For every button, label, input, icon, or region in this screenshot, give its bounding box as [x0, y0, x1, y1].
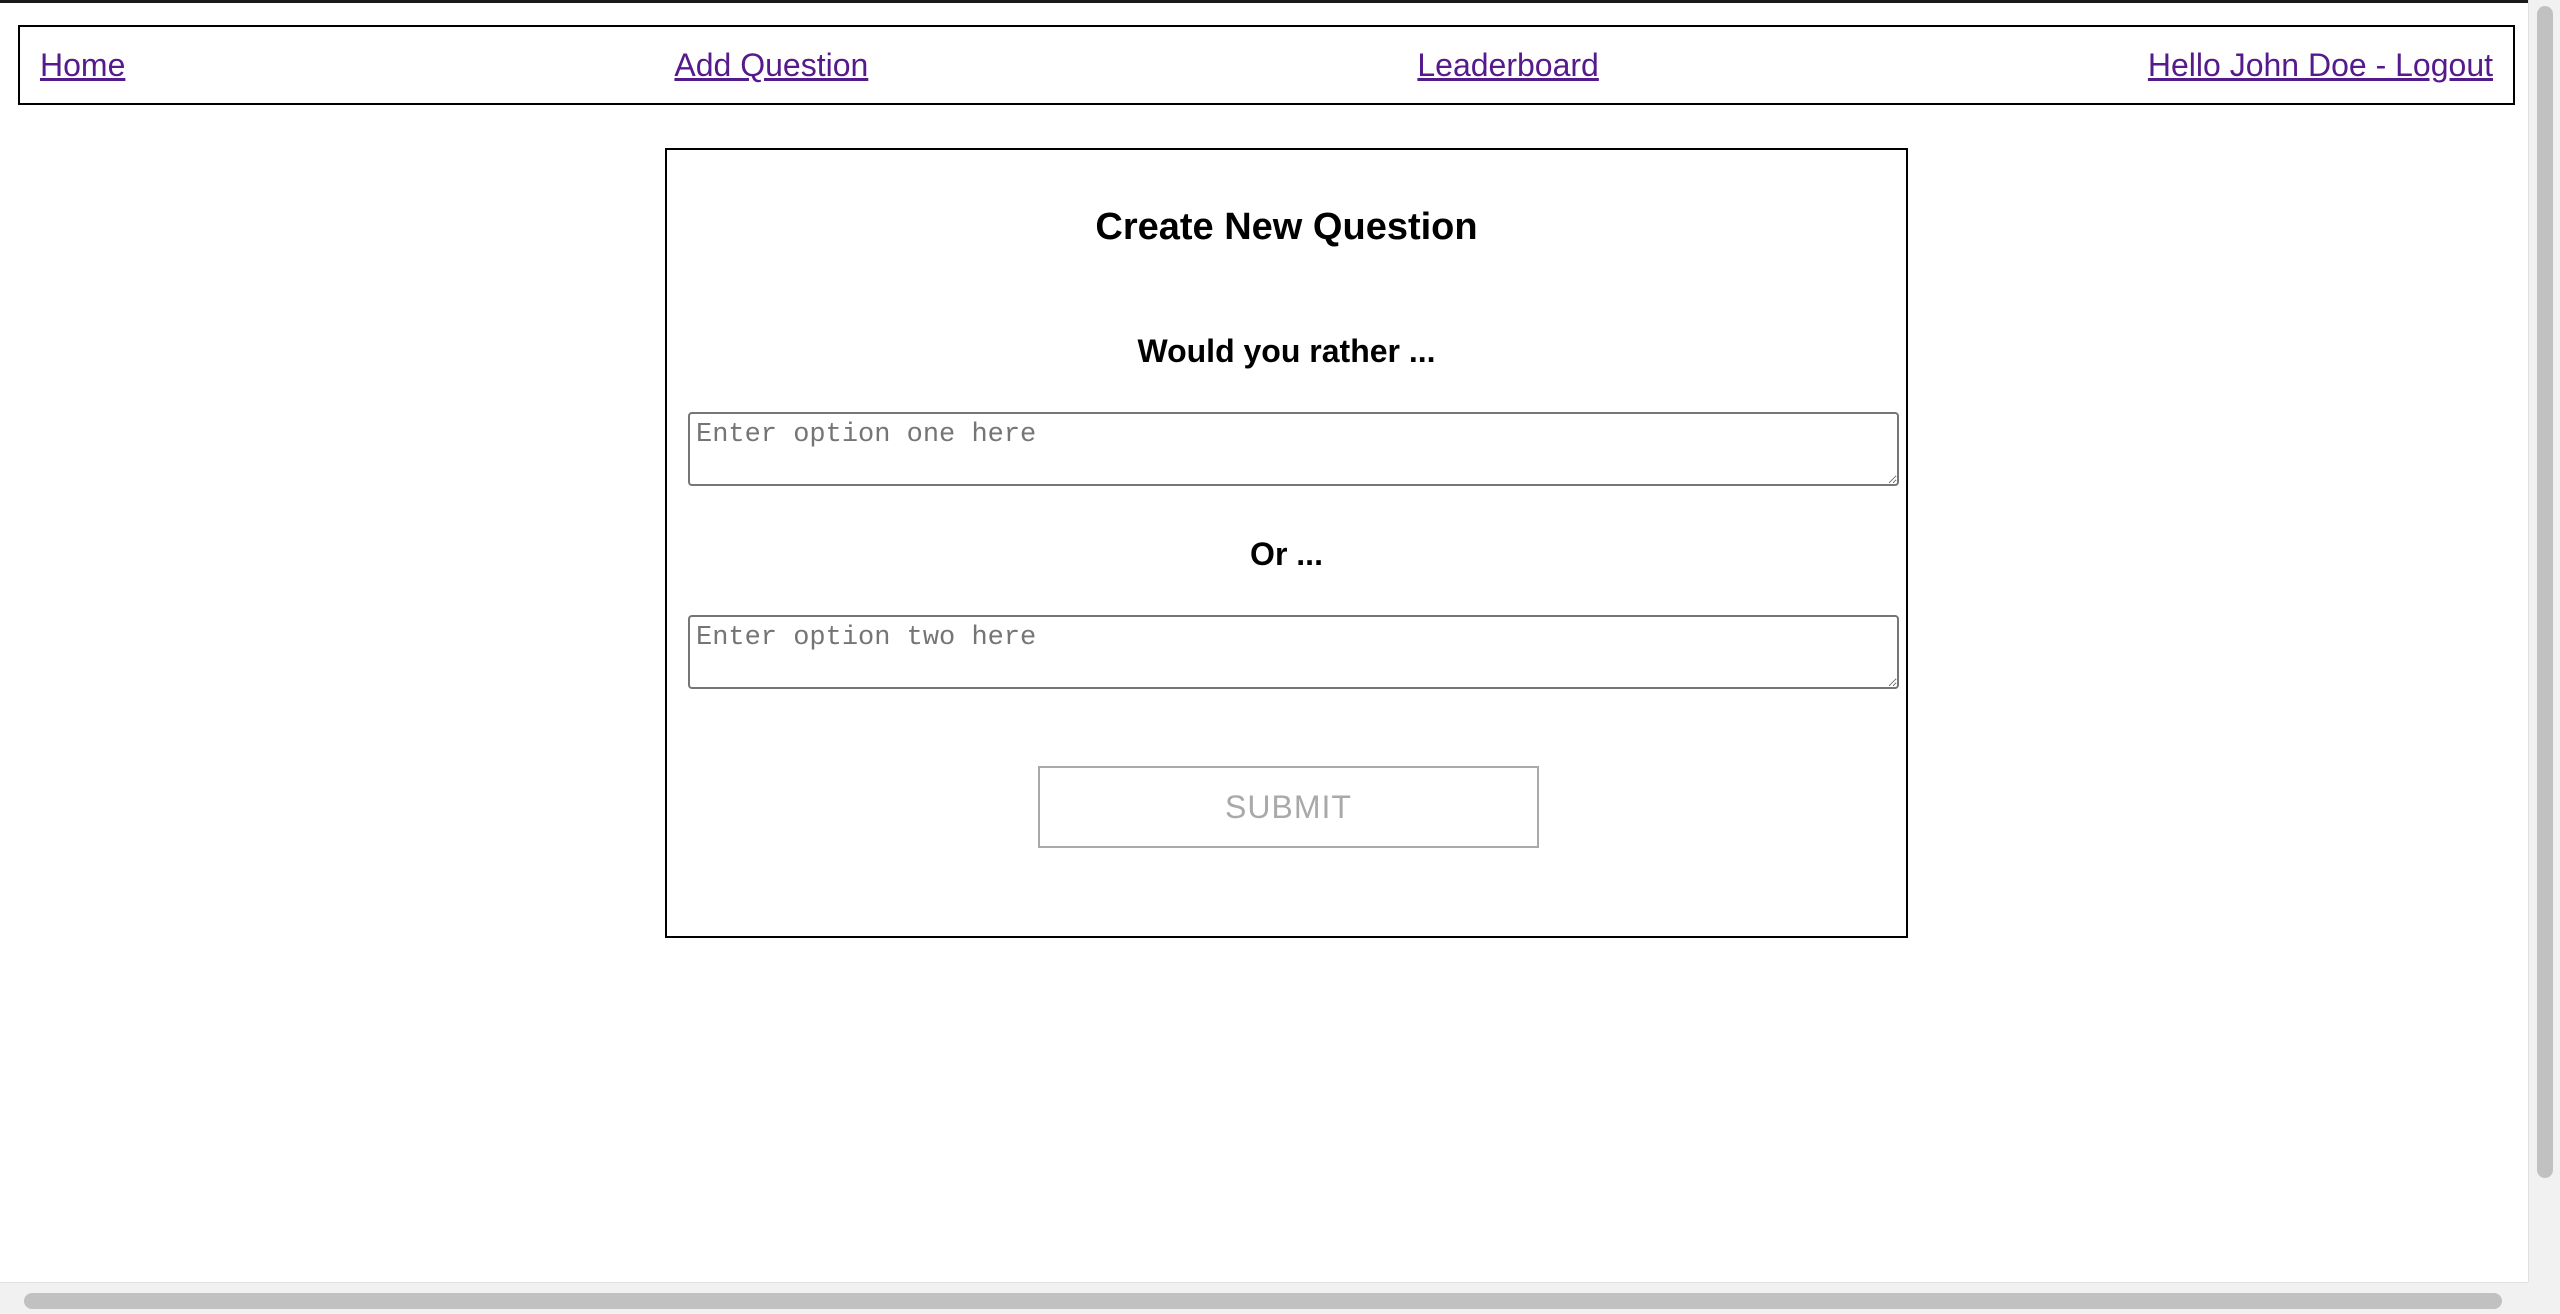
nav-link-home[interactable]: Home [40, 47, 125, 84]
page-title: Create New Question [1095, 206, 1478, 248]
prompt-would-you-rather: Would you rather ... [1137, 333, 1436, 369]
submit-button[interactable]: SUBMIT [1038, 766, 1539, 848]
vertical-scrollbar[interactable] [2528, 0, 2560, 1314]
top-nav: Home Add Question Leaderboard Hello John… [18, 25, 2515, 105]
nav-link-add-question[interactable]: Add Question [674, 47, 868, 84]
new-question-card: Create New Question Would you rather ...… [665, 148, 1908, 938]
horizontal-scrollbar[interactable] [0, 1282, 2528, 1314]
horizontal-scrollbar-thumb[interactable] [24, 1293, 2502, 1309]
nav-link-logout[interactable]: Hello John Doe - Logout [2148, 47, 2493, 84]
page-viewport: Home Add Question Leaderboard Hello John… [0, 0, 2528, 1282]
prompt-or: Or ... [1250, 536, 1323, 572]
option-one-input[interactable] [688, 412, 1899, 486]
option-two-input[interactable] [688, 615, 1899, 689]
nav-link-leaderboard[interactable]: Leaderboard [1417, 47, 1598, 84]
vertical-scrollbar-thumb[interactable] [2537, 6, 2553, 1178]
scrollbar-corner [2528, 1282, 2560, 1314]
